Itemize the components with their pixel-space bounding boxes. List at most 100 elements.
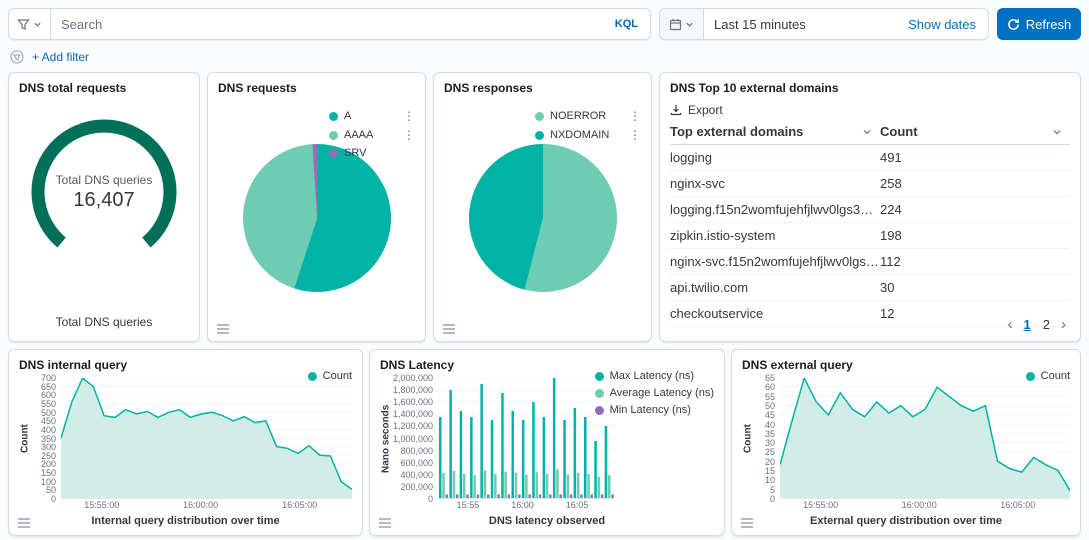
dashboard-row-top: DNS total requests Total DNS queries 16,… bbox=[8, 72, 1081, 342]
y-tick-label: 55 bbox=[765, 392, 775, 402]
saved-query-icon bbox=[17, 18, 30, 31]
legend-item[interactable]: NXDOMAIN ⋮ bbox=[535, 128, 641, 142]
legend-item-label[interactable]: Count bbox=[1041, 370, 1070, 382]
legend-toggle-icon[interactable] bbox=[740, 517, 754, 529]
table-row: logging.f15n2womfujehfjlwv0lgs3nog....22… bbox=[670, 197, 1070, 223]
chart-legend: Count bbox=[1026, 370, 1070, 382]
y-axis-title: Nano seconds bbox=[380, 378, 392, 499]
y-tick-label: 35 bbox=[765, 429, 775, 439]
sort-chevron-icon bbox=[1052, 127, 1062, 137]
panel-dns-responses: DNS responses NOERROR ⋮ NXDOMAIN ⋮ bbox=[433, 72, 652, 342]
area-chart[interactable] bbox=[780, 378, 1070, 499]
filter-bar: + Add filter bbox=[0, 40, 1089, 68]
next-page-icon[interactable]: › bbox=[1061, 316, 1066, 333]
table-row: nginx-svc258 bbox=[670, 171, 1070, 197]
panel-title[interactable]: DNS Latency bbox=[380, 358, 454, 372]
x-tick-label: 16:05:00 bbox=[282, 500, 317, 510]
refresh-label: Refresh bbox=[1026, 17, 1072, 32]
y-tick-label: 150 bbox=[41, 468, 56, 478]
chart-legend: Count bbox=[308, 370, 352, 382]
legend-item-label[interactable]: AAAA bbox=[344, 129, 373, 141]
legend-toggle-icon[interactable] bbox=[216, 323, 230, 335]
legend-item[interactable]: SRV bbox=[329, 147, 415, 159]
y-tick-label: 650 bbox=[41, 382, 56, 392]
search-input[interactable] bbox=[51, 17, 603, 32]
page-button-2[interactable]: 2 bbox=[1041, 317, 1052, 332]
y-tick-label: 0 bbox=[770, 494, 775, 504]
legend-item-label[interactable]: Count bbox=[323, 370, 352, 382]
panel-title[interactable]: DNS internal query bbox=[19, 358, 127, 372]
panel-dns-internal-query: DNS internal query Count Count 050100150… bbox=[8, 349, 363, 536]
legend-item[interactable]: Count bbox=[1026, 370, 1070, 382]
sort-chevron-icon bbox=[862, 127, 872, 137]
export-button[interactable]: Export bbox=[670, 103, 723, 117]
domain-cell: logging.f15n2womfujehfjlwv0lgs3nog.... bbox=[670, 197, 880, 223]
panel-title[interactable]: DNS total requests bbox=[19, 81, 189, 95]
x-tick-label: 15:55:00 bbox=[84, 500, 119, 510]
pie-chart[interactable] bbox=[469, 144, 617, 292]
column-header-domains[interactable]: Top external domains bbox=[670, 119, 880, 145]
pie-chart[interactable] bbox=[243, 144, 391, 292]
legend-menu-icon[interactable]: ⋮ bbox=[619, 109, 641, 123]
y-tick-label: 5 bbox=[770, 485, 775, 495]
legend-menu-icon[interactable]: ⋮ bbox=[619, 128, 641, 142]
y-tick-label: 10 bbox=[765, 475, 775, 485]
gauge-label: Total DNS queries bbox=[56, 173, 153, 187]
area-chart[interactable] bbox=[61, 378, 352, 499]
legend-item-label[interactable]: SRV bbox=[344, 147, 366, 159]
date-picker: Last 15 minutes Show dates bbox=[659, 8, 989, 40]
previous-page-icon[interactable]: ‹ bbox=[1008, 316, 1013, 333]
bar-chart[interactable] bbox=[438, 378, 614, 499]
time-range-label[interactable]: Last 15 minutes bbox=[704, 17, 908, 32]
legend-item[interactable]: Min Latency (ns) bbox=[595, 404, 714, 416]
panel-dns-requests: DNS requests A⋮AAAA⋮SRV bbox=[207, 72, 426, 342]
show-dates-button[interactable]: Show dates bbox=[908, 17, 988, 32]
panel-title[interactable]: DNS Top 10 external domains bbox=[670, 81, 1070, 95]
y-tick-label: 550 bbox=[41, 399, 56, 409]
legend-item[interactable]: AAAA ⋮ bbox=[329, 128, 415, 142]
query-bar: KQL Last 15 minutes Show dates Refresh bbox=[0, 0, 1089, 40]
legend-item[interactable]: Count bbox=[308, 370, 352, 382]
y-tick-label: 800,000 bbox=[400, 446, 433, 456]
filter-icon[interactable] bbox=[10, 50, 24, 64]
refresh-button[interactable]: Refresh bbox=[997, 8, 1081, 40]
domain-cell: logging bbox=[670, 145, 880, 171]
legend-item-label[interactable]: Average Latency (ns) bbox=[610, 387, 714, 399]
add-filter-button[interactable]: + Add filter bbox=[32, 50, 89, 64]
y-tick-label: 600 bbox=[41, 390, 56, 400]
y-tick-label: 0 bbox=[428, 494, 433, 504]
legend-item-label[interactable]: Max Latency (ns) bbox=[610, 370, 694, 382]
export-label: Export bbox=[688, 103, 723, 117]
legend-item[interactable]: Average Latency (ns) bbox=[595, 387, 714, 399]
chart-title: External query distribution over time bbox=[742, 512, 1070, 527]
legend-item-label[interactable]: NOERROR bbox=[550, 110, 606, 122]
panel-dns-external-query: DNS external query Count Count 051015202… bbox=[731, 349, 1081, 536]
y-tick-label: 1,200,000 bbox=[393, 421, 433, 431]
column-header-count[interactable]: Count bbox=[880, 119, 1070, 145]
legend-menu-icon[interactable]: ⋮ bbox=[393, 128, 415, 142]
kql-language-button[interactable]: KQL bbox=[603, 18, 650, 30]
legend-item[interactable]: Max Latency (ns) bbox=[595, 370, 714, 382]
legend-color-dot bbox=[535, 131, 544, 140]
table-row: api.twilio.com30 bbox=[670, 275, 1070, 301]
y-tick-label: 200,000 bbox=[400, 482, 433, 492]
legend-item-label[interactable]: A bbox=[344, 110, 351, 122]
page-button-1[interactable]: 1 bbox=[1022, 317, 1033, 332]
legend-item-label[interactable]: Min Latency (ns) bbox=[610, 404, 691, 416]
panel-title[interactable]: DNS requests bbox=[218, 81, 415, 95]
legend-menu-icon[interactable]: ⋮ bbox=[393, 109, 415, 123]
panel-title[interactable]: DNS external query bbox=[742, 358, 853, 372]
saved-query-menu-button[interactable] bbox=[9, 9, 51, 39]
y-tick-label: 100 bbox=[41, 477, 56, 487]
date-quick-menu-button[interactable] bbox=[660, 9, 704, 39]
legend-toggle-icon[interactable] bbox=[17, 517, 31, 529]
legend-toggle-icon[interactable] bbox=[442, 323, 456, 335]
x-tick-label: 15:55 bbox=[457, 500, 480, 510]
panel-title[interactable]: DNS responses bbox=[444, 81, 641, 95]
legend-item-label[interactable]: NXDOMAIN bbox=[550, 129, 609, 141]
gauge-chart: Total DNS queries 16,407 bbox=[29, 117, 179, 267]
refresh-icon bbox=[1007, 18, 1020, 31]
legend-item[interactable]: NOERROR ⋮ bbox=[535, 109, 641, 123]
legend-item[interactable]: A⋮ bbox=[329, 109, 415, 123]
legend-toggle-icon[interactable] bbox=[378, 517, 392, 529]
